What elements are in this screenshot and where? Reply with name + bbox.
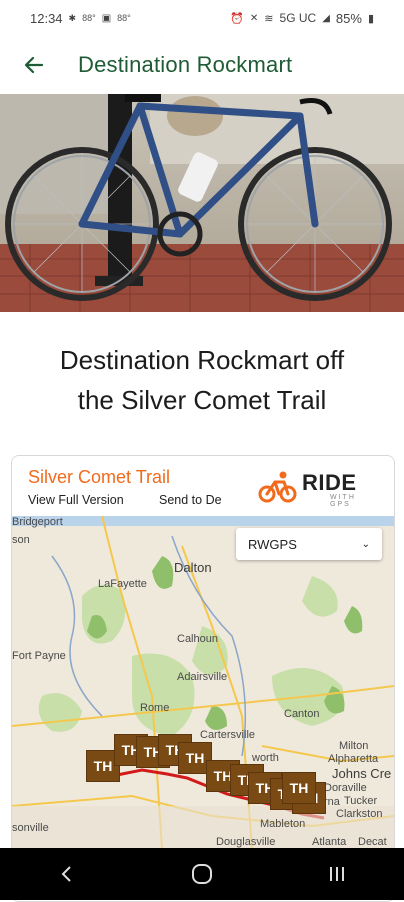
wifi-icon: ≋ bbox=[264, 12, 274, 25]
map-label: Canton bbox=[284, 708, 320, 720]
article-title-line-1: Destination Rockmart off bbox=[59, 345, 345, 375]
hero-image bbox=[0, 94, 404, 312]
status-right: ⏰ ✕ ≋ 5G UC ◢ 85% ▮ bbox=[230, 11, 374, 26]
route-name[interactable]: Silver Comet Trail bbox=[28, 467, 170, 488]
map-label: Doraville bbox=[324, 782, 367, 794]
route-embed: Silver Comet Trail View Full Version Sen… bbox=[11, 455, 395, 902]
map-label: Fort Payne bbox=[12, 650, 66, 662]
cyclist-icon bbox=[258, 471, 297, 503]
map-label: worth bbox=[252, 752, 279, 764]
article-title-line-2: the Silver Comet Trail bbox=[77, 385, 327, 415]
app-bar: Destination Rockmart bbox=[0, 36, 404, 94]
map-label: Alpharetta bbox=[328, 753, 379, 765]
map-label: Johns Cre bbox=[332, 766, 392, 781]
trailhead-marker[interactable]: TH bbox=[282, 772, 316, 804]
battery-percent: 85% bbox=[335, 10, 362, 26]
map-label: Rome bbox=[140, 702, 170, 714]
map-label: sonville bbox=[12, 822, 49, 834]
image-icon: ▣ bbox=[101, 12, 112, 24]
send-to-device-link[interactable]: Send to De bbox=[159, 493, 222, 507]
map-label: Clarkston bbox=[336, 808, 383, 820]
home-circle-icon bbox=[191, 864, 212, 884]
logo-text: RIDE bbox=[302, 470, 357, 495]
map-label: Cartersville bbox=[200, 729, 256, 741]
map-label: Douglasville bbox=[216, 836, 276, 848]
network-label: 5G UC bbox=[279, 11, 317, 25]
status-left: 12:34 ✱ 88° ▣ 88° bbox=[30, 11, 131, 26]
map-label: Tucker bbox=[344, 795, 378, 807]
battery-icon: ▮ bbox=[367, 12, 374, 25]
map-label: Atlanta bbox=[312, 836, 347, 848]
map-label: Mableton bbox=[260, 818, 306, 830]
signal-icon: ◢ bbox=[322, 12, 330, 24]
map-label: Bridgeport bbox=[12, 516, 63, 528]
view-full-version-link[interactable]: View Full Version bbox=[28, 493, 124, 507]
chevron-left-icon bbox=[61, 866, 72, 882]
status-time: 12:34 bbox=[30, 10, 63, 26]
map-label: Decat bbox=[358, 836, 387, 848]
map-label: Adairsville bbox=[177, 671, 228, 683]
map-label: LaFayette bbox=[98, 578, 147, 590]
map-label: Calhoun bbox=[177, 633, 218, 645]
alarm-icon: ⏰ bbox=[230, 12, 244, 25]
chevron-down-icon: ⌄ bbox=[361, 538, 370, 550]
mute-icon: ✕ bbox=[249, 12, 259, 24]
nav-home-button[interactable] bbox=[172, 854, 232, 894]
arrow-left-icon bbox=[24, 56, 44, 74]
route-map[interactable]: RWGPS ⌄ Bridgeport son LaFayette Dalton … bbox=[12, 516, 394, 849]
map-layer-select[interactable]: RWGPS ⌄ bbox=[236, 528, 382, 560]
status-temp-1: 88° bbox=[82, 13, 96, 23]
map-label: son bbox=[12, 534, 30, 546]
recents-icon bbox=[329, 867, 344, 881]
status-bar: 12:34 ✱ 88° ▣ 88° ⏰ ✕ ≋ 5G UC ◢ 85% ▮ bbox=[0, 0, 404, 36]
article-title: Destination Rockmart off the Silver Come… bbox=[0, 340, 404, 420]
page-title: Destination Rockmart bbox=[78, 52, 293, 77]
nav-recents-button[interactable] bbox=[307, 854, 367, 894]
weather-icon: ✱ bbox=[68, 12, 77, 23]
map-label: Milton bbox=[339, 740, 369, 752]
map-layer-value: RWGPS bbox=[248, 536, 297, 552]
ride-with-gps-logo[interactable]: RIDE WITH GPS bbox=[258, 470, 378, 508]
logo-subtext: WITH GPS bbox=[330, 494, 356, 508]
nav-back-button[interactable] bbox=[37, 854, 97, 894]
status-temp-2: 88° bbox=[117, 13, 131, 23]
map-label: Dalton bbox=[174, 560, 212, 575]
embed-header: Silver Comet Trail View Full Version Sen… bbox=[12, 456, 394, 516]
back-button[interactable] bbox=[18, 49, 50, 81]
system-nav-bar bbox=[0, 848, 404, 900]
